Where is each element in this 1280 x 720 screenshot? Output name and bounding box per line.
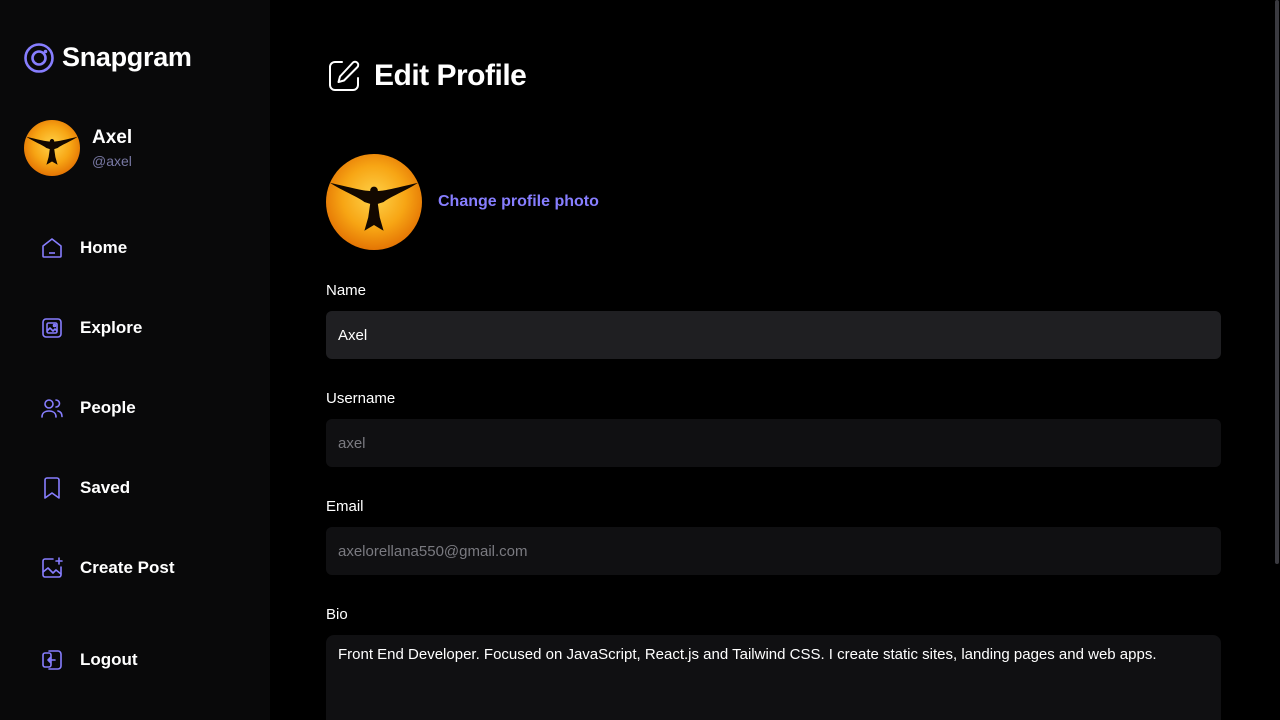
brand-name: Snapgram [62,42,192,72]
sidebar-item-explore[interactable]: Explore [24,288,246,368]
gallery-icon [40,316,64,340]
username-input[interactable]: axel [326,419,1221,467]
user-name: Axel [92,127,133,149]
logout-button[interactable]: Logout [24,620,246,700]
name-label: Name [326,282,367,299]
page-header: Edit Profile [326,58,527,94]
edit-icon [329,60,360,91]
sidebar: Snapgram Axel @axel Home Explore People … [0,0,270,720]
email-label: Email [326,498,364,515]
people-icon [40,396,64,420]
logout-label: Logout [80,650,138,669]
add-image-icon [40,556,64,580]
change-photo-link[interactable]: Change profile photo [438,193,599,211]
main-content: Edit Profile Change profile photo Name A… [270,0,1274,720]
scrollbar-thumb[interactable] [1275,0,1279,564]
user-card[interactable]: Axel @axel [24,120,132,176]
email-field-group: Email axelorellana550@gmail.com [326,498,1221,575]
sidebar-item-label: Saved [80,478,131,497]
sidebar-item-label: Explore [80,318,143,337]
user-handle: @axel [92,152,132,169]
sidebar-item-saved[interactable]: Saved [24,448,246,528]
home-icon [40,236,64,260]
bio-textarea[interactable]: Front End Developer. Focused on JavaScri… [326,635,1221,720]
name-field-group: Name Axel [326,282,1221,359]
logout-icon [40,648,64,672]
sidebar-item-label: Create Post [80,558,175,577]
sidebar-item-people[interactable]: People [24,368,246,448]
bookmark-icon [40,476,64,500]
sidebar-item-home[interactable]: Home [24,208,246,288]
username-label: Username [326,390,396,407]
profile-avatar[interactable] [326,154,422,250]
camera-logo-icon [24,42,54,73]
username-field-group: Username axel [326,390,1221,467]
bio-label: Bio [326,606,348,623]
sidebar-item-label: Home [80,238,128,257]
profile-photo-row: Change profile photo [326,154,599,250]
sidebar-item-label: People [80,398,136,417]
brand-logo[interactable]: Snapgram [24,42,192,73]
sidebar-nav: Home Explore People Saved Create Post [24,208,246,608]
email-input[interactable]: axelorellana550@gmail.com [326,527,1221,575]
name-input[interactable]: Axel [326,311,1221,359]
bio-field-group: Bio Front End Developer. Focused on Java… [326,606,1221,720]
page-title: Edit Profile [374,59,527,92]
sidebar-item-create-post[interactable]: Create Post [24,528,246,608]
avatar [24,120,80,176]
scrollbar[interactable] [1274,0,1280,720]
